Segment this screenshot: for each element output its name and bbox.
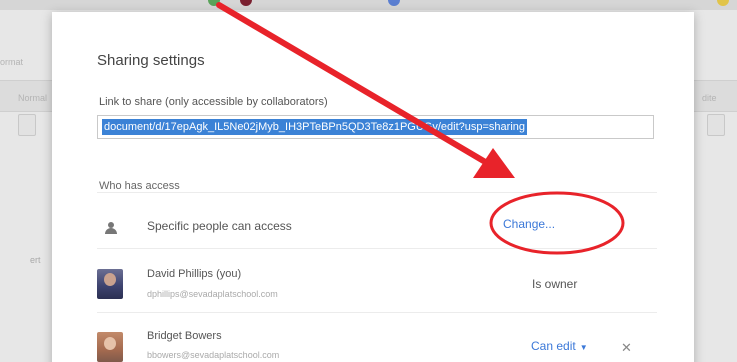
- background-style-label: Normal: [18, 93, 48, 103]
- link-share-label: Link to share (only accessible by collab…: [99, 96, 328, 108]
- background-ruler-marker: [18, 114, 36, 136]
- background-ruler-marker: [707, 114, 725, 136]
- share-link-value[interactable]: document/d/17epAgk_IL5Ne02jMyb_IH3PTeBPn…: [102, 119, 528, 135]
- sharing-settings-dialog: Sharing settings Link to share (only acc…: [52, 12, 694, 362]
- change-access-link[interactable]: Change...: [503, 217, 555, 231]
- avatar: [97, 269, 123, 299]
- divider: [97, 312, 657, 313]
- dialog-title: Sharing settings: [97, 52, 205, 69]
- avatar: [97, 332, 123, 362]
- person-email: dphillips@sevadaplatschool.com: [147, 289, 278, 299]
- who-has-access-label: Who has access: [99, 180, 180, 192]
- background-top-bar: [0, 0, 737, 10]
- person-name: Bridget Bowers: [147, 330, 222, 342]
- owner-role-label: Is owner: [532, 277, 578, 291]
- permission-value[interactable]: Can edit: [531, 339, 576, 353]
- access-level-text: Specific people can access: [147, 219, 292, 233]
- close-icon[interactable]: ✕: [621, 340, 632, 356]
- person-email: bbowers@sevadaplatschool.com: [147, 350, 280, 360]
- person-name: David Phillips (you): [147, 268, 242, 280]
- divider: [97, 192, 657, 193]
- share-link-field[interactable]: document/d/17epAgk_IL5Ne02jMyb_IH3PTeBPn…: [97, 115, 654, 139]
- background-doc-text: ert: [30, 255, 41, 265]
- background-menu-label: ormat: [0, 57, 24, 67]
- divider: [97, 248, 657, 249]
- person-icon: [104, 222, 118, 234]
- background-edit-label: dite: [702, 93, 717, 103]
- chevron-down-icon[interactable]: ▼: [580, 343, 588, 352]
- permission-dropdown[interactable]: Can edit ▼: [531, 339, 588, 353]
